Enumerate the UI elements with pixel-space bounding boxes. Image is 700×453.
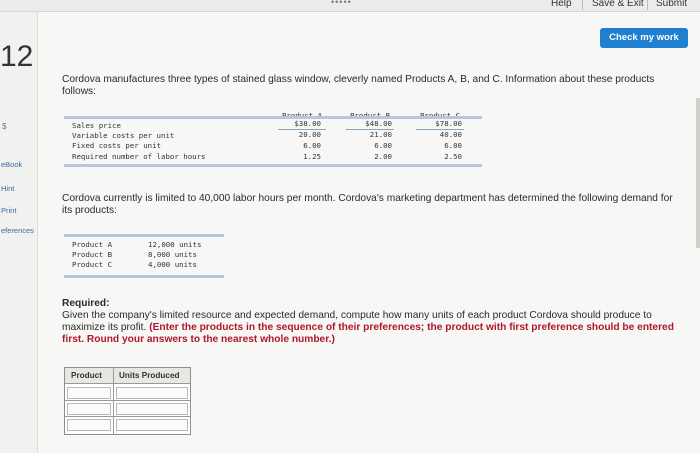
scrollbar-thumb[interactable]	[696, 98, 700, 248]
table-cell: $38.00	[294, 119, 321, 128]
answer-row	[65, 385, 190, 401]
hint-link[interactable]: Hint	[1, 184, 14, 193]
table-cell: 2.00	[374, 152, 392, 161]
divider	[582, 0, 583, 10]
table-rule-top	[64, 234, 224, 237]
header-units-produced: Units Produced	[119, 371, 180, 380]
row-label-fixed-costs: Fixed costs per unit	[72, 141, 161, 150]
table-cell: 1.25	[303, 152, 321, 161]
references-link[interactable]: eferences	[1, 226, 34, 235]
units-input-2[interactable]	[116, 403, 188, 415]
intro-text: Cordova manufactures three types of stai…	[62, 74, 655, 97]
units-input-1[interactable]	[116, 387, 188, 399]
table-rule-bottom	[64, 164, 482, 167]
demand-product: Product C	[72, 260, 113, 269]
check-my-work-button[interactable]: Check my work	[600, 28, 688, 48]
table-cell: 6.00	[303, 141, 321, 150]
answer-row	[65, 417, 190, 433]
demand-units: 4,000 units	[148, 260, 197, 269]
save-exit-link[interactable]: Save & Exit	[592, 0, 644, 9]
print-link[interactable]: Print	[1, 206, 16, 215]
demand-units: 12,000 units	[148, 240, 202, 249]
header-product: Product	[71, 371, 102, 380]
demand-units: 8,000 units	[148, 250, 197, 259]
divider	[647, 0, 648, 10]
row-label-variable-costs: Variable costs per unit	[72, 131, 175, 140]
help-link[interactable]: Help	[551, 0, 572, 9]
progress-dots: •••••	[331, 0, 352, 7]
table-cell: 20.00	[298, 130, 321, 139]
submit-link[interactable]: Submit	[656, 0, 687, 9]
table-cell: 21.00	[369, 130, 392, 139]
row-label-labor-hours: Required number of labor hours	[72, 152, 206, 161]
table-cell: 2.50	[444, 152, 462, 161]
question-number: 12	[0, 40, 34, 73]
demand-product: Product B	[72, 250, 113, 259]
table-cell: 6.00	[374, 141, 392, 150]
product-input-3[interactable]	[67, 419, 111, 431]
table-cell: $48.00	[365, 119, 392, 128]
units-input-3[interactable]	[116, 419, 188, 431]
answer-table-header: Product Units Produced	[65, 368, 190, 384]
table-cell: $78.00	[435, 119, 462, 128]
top-bar: ••••• Help Save & Exit Submit	[0, 0, 700, 12]
required-instruction: (Enter the products in the sequence of t…	[62, 322, 674, 345]
row-label-sales-price: Sales price	[72, 121, 121, 130]
demand-product: Product A	[72, 240, 113, 249]
table-rule-bottom	[64, 275, 224, 278]
table-cell: 40.00	[439, 130, 462, 139]
answer-table: Product Units Produced	[64, 367, 191, 435]
points-indicator: $	[2, 122, 7, 131]
required-title: Required:	[62, 298, 110, 309]
product-input-1[interactable]	[67, 387, 111, 399]
product-input-2[interactable]	[67, 403, 111, 415]
table-cell: 6.00	[444, 141, 462, 150]
required-section: Required: Given the company's limited re…	[62, 298, 677, 346]
ebook-link[interactable]: eBook	[1, 160, 22, 169]
constraint-text: Cordova currently is limited to 40,000 l…	[62, 193, 673, 216]
answer-row	[65, 401, 190, 417]
